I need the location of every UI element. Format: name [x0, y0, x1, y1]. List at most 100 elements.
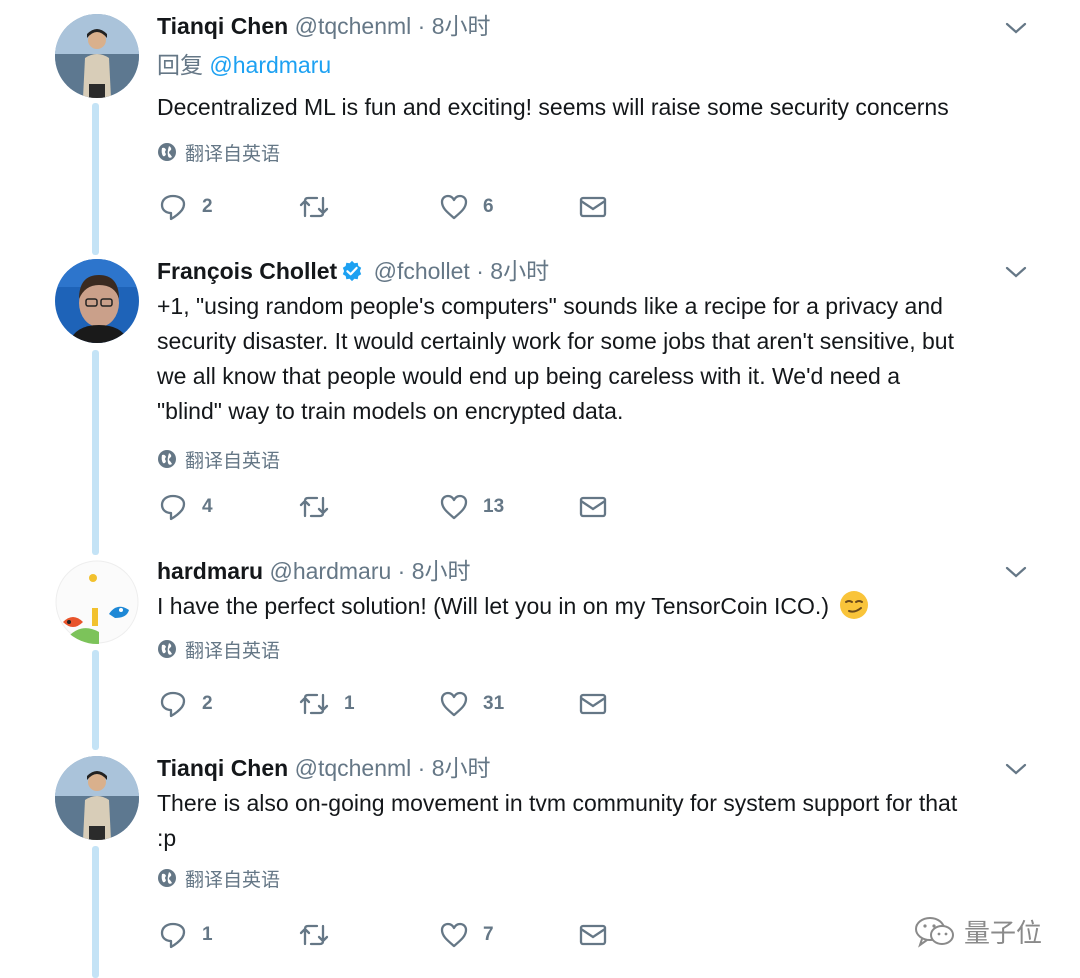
retweet-icon	[299, 496, 329, 518]
tweet-text-line: Decentralized ML is fun and exciting! se…	[157, 94, 949, 120]
direct-message-button[interactable]	[578, 688, 608, 720]
direct-message-button[interactable]	[578, 919, 608, 951]
tweet-text-line: I have the perfect solution! (Will let y…	[157, 589, 1027, 624]
translate-label: 翻译自英语	[185, 143, 281, 165]
watermark-text: 量子位	[964, 918, 1043, 948]
timestamp[interactable]: 8小时	[432, 13, 491, 39]
reply-button[interactable]: 2	[158, 688, 213, 720]
author-name[interactable]: Tianqi Chen	[157, 13, 288, 39]
reply-button[interactable]: 1	[158, 919, 213, 951]
author-handle[interactable]: @tqchenml	[295, 13, 412, 39]
heart-icon	[440, 194, 468, 220]
tweet-text-line: :p	[157, 825, 177, 851]
reply-button[interactable]: 2	[158, 191, 213, 223]
reply-count: 4	[202, 496, 213, 517]
tweet-header: François Chollet @fchollet · 8小时	[157, 253, 1027, 289]
globe-icon	[158, 640, 176, 658]
heart-icon	[440, 691, 468, 717]
tweet-header: Tianqi Chen @tqchenml · 8小时	[157, 750, 1027, 786]
envelope-icon	[579, 496, 607, 518]
like-count: 6	[483, 196, 494, 217]
timestamp[interactable]: 8小时	[432, 755, 491, 781]
tweet-header: Tianqi Chen @tqchenml · 8小时	[157, 8, 1027, 44]
wechat-icon	[915, 916, 954, 948]
thread-line	[92, 350, 99, 555]
avatar[interactable]	[55, 14, 139, 98]
like-button[interactable]: 7	[439, 919, 494, 951]
retweet-button[interactable]	[298, 191, 344, 223]
like-count: 13	[483, 496, 505, 517]
chevron-down-icon[interactable]	[1004, 16, 1028, 40]
reply-context: 回复 @hardmaru	[157, 48, 1027, 83]
like-button[interactable]: 6	[439, 191, 494, 223]
tweet-text-line-content: I have the perfect solution! (Will let y…	[157, 593, 829, 619]
translate-label: 翻译自英语	[185, 640, 281, 662]
author-name[interactable]: Tianqi Chen	[157, 755, 288, 781]
globe-icon	[158, 869, 176, 887]
thread-line	[92, 650, 99, 750]
author-name[interactable]: hardmaru	[157, 558, 263, 584]
reply-icon	[160, 194, 186, 221]
avatar[interactable]	[55, 756, 139, 840]
direct-message-button[interactable]	[578, 491, 608, 523]
tweet-text: Decentralized ML is fun and exciting! se…	[157, 90, 1027, 125]
retweet-button[interactable]	[298, 919, 344, 951]
like-button[interactable]: 31	[439, 688, 504, 720]
retweet-icon	[299, 196, 329, 218]
separator-dot: ·	[417, 13, 426, 39]
retweet-icon	[299, 693, 329, 715]
chevron-down-icon[interactable]	[1004, 560, 1028, 584]
verified-badge-icon	[343, 260, 362, 282]
tweet-text-line: There is also on-going movement in tvm c…	[157, 790, 958, 816]
timestamp[interactable]: 8小时	[412, 558, 471, 584]
translate-link[interactable]: 翻译自英语	[157, 863, 1027, 893]
reply-prefix: 回复	[157, 52, 203, 78]
heart-icon	[440, 922, 468, 948]
translate-link[interactable]: 翻译自英语	[157, 444, 1027, 474]
reply-icon	[160, 691, 186, 718]
tweet-text: I have the perfect solution! (Will let y…	[157, 589, 1027, 624]
tweet-text: There is also on-going movement in tvm c…	[157, 786, 1027, 856]
avatar[interactable]	[55, 259, 139, 343]
tweet-text: +1, "using random people's computers" so…	[157, 289, 1027, 429]
translate-link[interactable]: 翻译自英语	[157, 137, 1027, 167]
author-name[interactable]: François Chollet	[157, 258, 337, 284]
globe-icon	[158, 450, 176, 468]
retweet-button[interactable]	[298, 491, 344, 523]
like-count: 7	[483, 924, 494, 945]
tweet-text-line: we all know that people would end up bei…	[157, 363, 900, 389]
timestamp[interactable]: 8小时	[490, 258, 549, 284]
retweet-button[interactable]: 1	[298, 688, 355, 720]
watermark: 量子位	[914, 913, 1042, 950]
chevron-down-icon[interactable]	[1004, 260, 1028, 284]
translate-link[interactable]: 翻译自英语	[157, 634, 1027, 664]
author-handle[interactable]: @fchollet	[374, 258, 470, 284]
envelope-icon	[579, 693, 607, 715]
reply-count: 1	[202, 924, 213, 945]
envelope-icon	[579, 196, 607, 218]
like-count: 31	[483, 693, 505, 714]
author-handle[interactable]: @tqchenml	[295, 755, 412, 781]
reply-icon	[160, 922, 186, 949]
retweet-count: 1	[344, 693, 355, 714]
retweet-icon	[299, 924, 329, 946]
translate-label: 翻译自英语	[185, 450, 281, 472]
chevron-down-icon[interactable]	[1004, 757, 1028, 781]
tweet-text-line: +1, "using random people's computers" so…	[157, 293, 943, 319]
thread-line	[92, 846, 99, 978]
reply-mention-link[interactable]: @hardmaru	[209, 52, 331, 78]
author-handle[interactable]: @hardmaru	[269, 558, 391, 584]
envelope-icon	[579, 924, 607, 946]
smirk-emoji	[840, 591, 869, 619]
direct-message-button[interactable]	[578, 191, 608, 223]
translate-label: 翻译自英语	[185, 869, 281, 891]
tweet-header: hardmaru @hardmaru · 8小时	[157, 553, 1027, 589]
tweet-text-line: security disaster. It would certainly wo…	[157, 328, 954, 354]
reply-button[interactable]: 4	[158, 491, 213, 523]
avatar[interactable]	[55, 560, 139, 644]
separator-dot: ·	[417, 755, 426, 781]
heart-icon	[440, 494, 468, 520]
globe-icon	[158, 143, 176, 161]
like-button[interactable]: 13	[439, 491, 504, 523]
separator-dot: ·	[476, 258, 484, 284]
